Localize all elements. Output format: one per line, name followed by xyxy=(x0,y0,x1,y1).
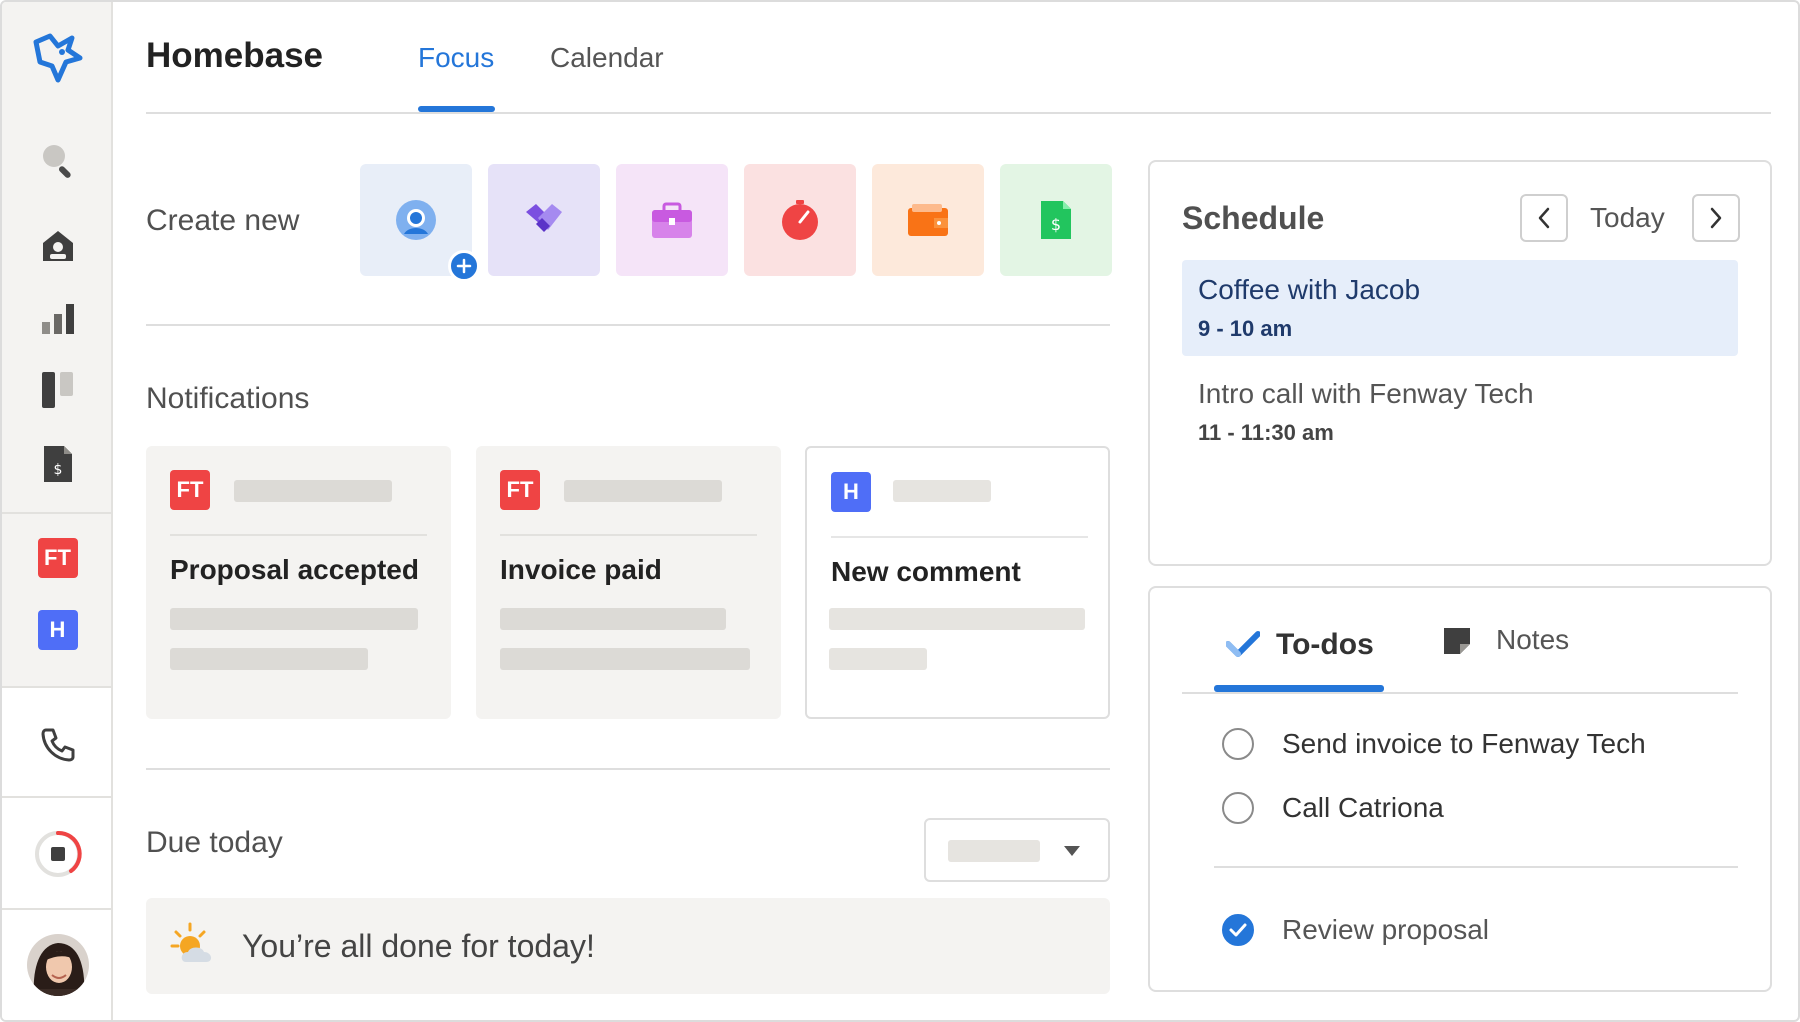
notification-card[interactable]: H New comment xyxy=(805,446,1110,719)
sidebar: $ FT H xyxy=(2,2,113,1020)
previous-day-button[interactable] xyxy=(1520,194,1568,242)
invoice-icon: $ xyxy=(1041,201,1071,239)
wallet-icon xyxy=(908,204,948,236)
todo-item-text: Review proposal xyxy=(1282,914,1489,945)
note-icon xyxy=(1444,628,1470,654)
empty-state-message: You’re all done for today! xyxy=(242,928,595,964)
chevron-down-icon xyxy=(1064,846,1080,856)
placeholder-bar xyxy=(829,648,927,670)
card-divider xyxy=(170,534,427,536)
active-tab-indicator xyxy=(1214,685,1384,692)
event-time: 11 - 11:30 am xyxy=(1198,420,1334,445)
chart-icon[interactable] xyxy=(2,288,113,348)
timer-icon xyxy=(782,200,818,240)
notification-title: New comment xyxy=(831,556,1021,587)
svg-text:$: $ xyxy=(53,462,62,478)
briefcase-icon xyxy=(652,202,692,238)
logo-icon[interactable] xyxy=(2,22,113,94)
today-button[interactable]: Today xyxy=(1590,202,1665,234)
due-filter-dropdown[interactable] xyxy=(924,818,1110,882)
todo-checkbox[interactable] xyxy=(1222,792,1254,824)
section-divider xyxy=(146,324,1110,326)
client-badge-ft: FT xyxy=(500,470,540,510)
tab-notes[interactable]: Notes xyxy=(1496,624,1569,656)
placeholder-bar xyxy=(170,648,368,670)
create-contact-button[interactable] xyxy=(360,164,480,282)
schedule-panel: Schedule Today Coffee with Jacob 9 - 10 … xyxy=(1148,160,1772,566)
plus-icon xyxy=(448,250,480,282)
client-badge-ft: FT xyxy=(37,538,78,578)
placeholder-bar xyxy=(829,608,1085,630)
placeholder-bar xyxy=(564,480,722,502)
phone-icon[interactable] xyxy=(2,714,113,774)
todo-item-text: Send invoice to Fenway Tech xyxy=(1282,728,1646,759)
sidebar-divider xyxy=(2,512,113,514)
app-title: Homebase xyxy=(146,36,324,75)
todo-item-text: Call Catriona xyxy=(1282,792,1444,823)
app-window: $ FT H Homebase Focus Calendar Create ne… xyxy=(0,0,1800,1022)
create-invoice-button[interactable]: $ xyxy=(1000,164,1112,276)
todo-checkbox-checked[interactable] xyxy=(1222,914,1254,946)
client-badge-ft: FT xyxy=(170,470,210,510)
notification-card[interactable]: FT Proposal accepted xyxy=(146,446,451,719)
sun-cloud-icon xyxy=(170,922,212,962)
due-today-label: Due today xyxy=(146,826,283,859)
handshake-icon xyxy=(526,204,562,232)
card-divider xyxy=(831,536,1088,538)
board-icon[interactable] xyxy=(2,360,113,420)
create-new-label: Create new xyxy=(146,204,300,237)
sidebar-divider xyxy=(2,908,113,910)
home-icon[interactable] xyxy=(2,216,113,276)
section-divider xyxy=(146,768,1110,770)
schedule-title: Schedule xyxy=(1182,200,1325,236)
create-deal-button[interactable] xyxy=(488,164,600,276)
notification-title: Invoice paid xyxy=(500,554,662,585)
avatar[interactable] xyxy=(2,930,113,1000)
next-day-button[interactable] xyxy=(1692,194,1740,242)
sidebar-divider xyxy=(2,796,113,798)
client-badge-h: H xyxy=(831,472,871,512)
svg-text:$: $ xyxy=(1051,215,1061,234)
placeholder-bar xyxy=(500,648,750,670)
stop-timer-icon[interactable] xyxy=(2,824,113,884)
contact-icon xyxy=(396,200,436,240)
todos-panel: To-dos Notes Send invoice to Fenway Tech… xyxy=(1148,586,1772,992)
notification-title: Proposal accepted xyxy=(170,554,419,585)
tab-calendar[interactable]: Calendar xyxy=(550,42,664,74)
invoice-icon[interactable]: $ xyxy=(2,434,113,494)
placeholder-bar xyxy=(893,480,991,502)
client-h[interactable]: H xyxy=(2,602,113,658)
placeholder-bar xyxy=(234,480,392,502)
notifications-label: Notifications xyxy=(146,382,310,415)
search-icon[interactable] xyxy=(2,130,113,190)
tabs-divider xyxy=(1182,692,1738,694)
event-title: Coffee with Jacob xyxy=(1198,274,1421,305)
checkmark-icon xyxy=(1226,631,1260,657)
client-badge-h: H xyxy=(37,610,78,650)
tab-focus[interactable]: Focus xyxy=(418,42,494,74)
client-ft[interactable]: FT xyxy=(2,530,113,586)
card-divider xyxy=(500,534,757,536)
event-title[interactable]: Intro call with Fenway Tech xyxy=(1198,378,1534,410)
tab-todos[interactable]: To-dos xyxy=(1276,628,1374,662)
notification-card[interactable]: FT Invoice paid xyxy=(476,446,781,719)
check-icon xyxy=(1229,923,1247,937)
todo-divider xyxy=(1214,866,1738,868)
placeholder-bar xyxy=(500,608,726,630)
event-time: 9 - 10 am xyxy=(1198,316,1293,341)
todo-checkbox[interactable] xyxy=(1222,728,1254,760)
create-project-button[interactable] xyxy=(616,164,728,276)
header-divider xyxy=(146,112,1771,114)
chevron-right-icon xyxy=(1710,207,1722,229)
chevron-left-icon xyxy=(1538,207,1550,229)
placeholder-bar xyxy=(170,608,418,630)
create-timer-button[interactable] xyxy=(744,164,856,276)
sidebar-divider xyxy=(2,686,113,688)
empty-state: You’re all done for today! xyxy=(146,898,1110,994)
create-expense-button[interactable] xyxy=(872,164,984,276)
placeholder-bar xyxy=(948,840,1040,862)
